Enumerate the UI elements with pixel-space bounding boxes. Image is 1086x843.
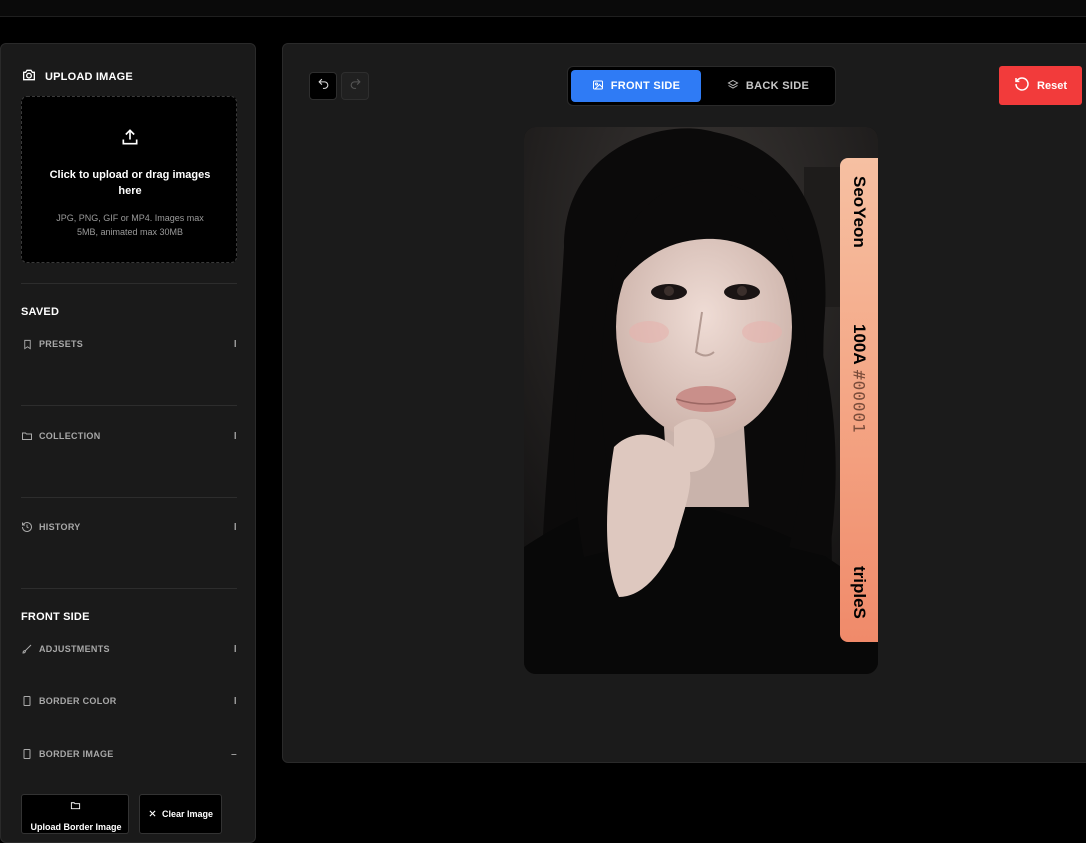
expand-toggle[interactable]: I xyxy=(227,522,237,533)
member-name: SeoYeon xyxy=(850,176,869,248)
card-frame-icon xyxy=(21,695,33,707)
divider xyxy=(21,283,237,284)
folder-icon xyxy=(21,430,33,442)
clear-image-button[interactable]: Clear Image xyxy=(139,794,222,834)
upload-instruction: Click to upload or drag images here xyxy=(49,169,211,197)
camera-icon xyxy=(21,67,37,86)
group-name: tripleS xyxy=(850,566,869,619)
sidebar-item-presets[interactable]: PRESETS I xyxy=(21,336,237,352)
bookmark-icon xyxy=(21,338,33,350)
upload-icon xyxy=(120,127,140,147)
sidebar-item-history[interactable]: HISTORY I xyxy=(21,519,237,535)
divider xyxy=(21,497,237,498)
folder-icon xyxy=(70,800,81,813)
card-frame-icon xyxy=(21,748,33,760)
undo-icon xyxy=(317,77,330,95)
divider xyxy=(21,405,237,406)
photocard-preview[interactable]: SeoYeon 100A #00001 tripleS xyxy=(524,127,878,674)
tab-front-side[interactable]: FRONT SIDE xyxy=(571,70,701,102)
photocard-photo xyxy=(524,127,878,674)
history-icon xyxy=(21,521,33,533)
collapse-toggle[interactable]: – xyxy=(227,749,237,760)
tab-back-side[interactable]: BACK SIDE xyxy=(703,70,833,102)
expand-toggle[interactable]: I xyxy=(227,696,237,707)
close-icon xyxy=(148,809,157,820)
divider xyxy=(21,588,237,589)
expand-toggle[interactable]: I xyxy=(227,431,237,442)
saved-section-title: SAVED xyxy=(21,306,60,318)
app-topbar xyxy=(0,0,1086,17)
layers-icon xyxy=(727,79,739,94)
expand-toggle[interactable]: I xyxy=(227,644,237,655)
serial-number: #00001 xyxy=(849,370,869,434)
sidebar: UPLOAD IMAGE Click to upload or drag ima… xyxy=(0,43,256,843)
redo-button[interactable] xyxy=(341,72,369,100)
sidebar-item-collection[interactable]: COLLECTION I xyxy=(21,428,237,444)
photocard-info-band: SeoYeon 100A #00001 tripleS xyxy=(840,158,878,642)
reset-icon xyxy=(1014,76,1030,95)
image-icon xyxy=(592,79,604,94)
undo-button[interactable] xyxy=(309,72,337,100)
upload-border-image-button[interactable]: Upload Border Image xyxy=(21,794,129,834)
upload-dropzone[interactable]: Click to upload or drag images here JPG,… xyxy=(21,96,237,263)
upload-limits: JPG, PNG, GIF or MP4. Images max 5MB, an… xyxy=(56,213,204,237)
sidebar-item-border-image[interactable]: BORDER IMAGE – xyxy=(21,746,237,762)
editor-canvas: FRONT SIDE BACK SIDE Reset SeoYeon 100A … xyxy=(282,43,1086,763)
serial-code: 100A xyxy=(850,324,869,365)
redo-icon xyxy=(349,77,362,95)
front-side-section-title: FRONT SIDE xyxy=(21,611,90,623)
side-switcher: FRONT SIDE BACK SIDE xyxy=(567,66,836,106)
sidebar-item-border-color[interactable]: BORDER COLOR I xyxy=(21,693,237,709)
brush-icon xyxy=(21,643,33,655)
upload-section-title: UPLOAD IMAGE xyxy=(21,67,133,86)
sidebar-item-adjustments[interactable]: ADJUSTMENTS I xyxy=(21,641,237,657)
expand-toggle[interactable]: I xyxy=(227,339,237,350)
reset-button[interactable]: Reset xyxy=(999,66,1082,105)
